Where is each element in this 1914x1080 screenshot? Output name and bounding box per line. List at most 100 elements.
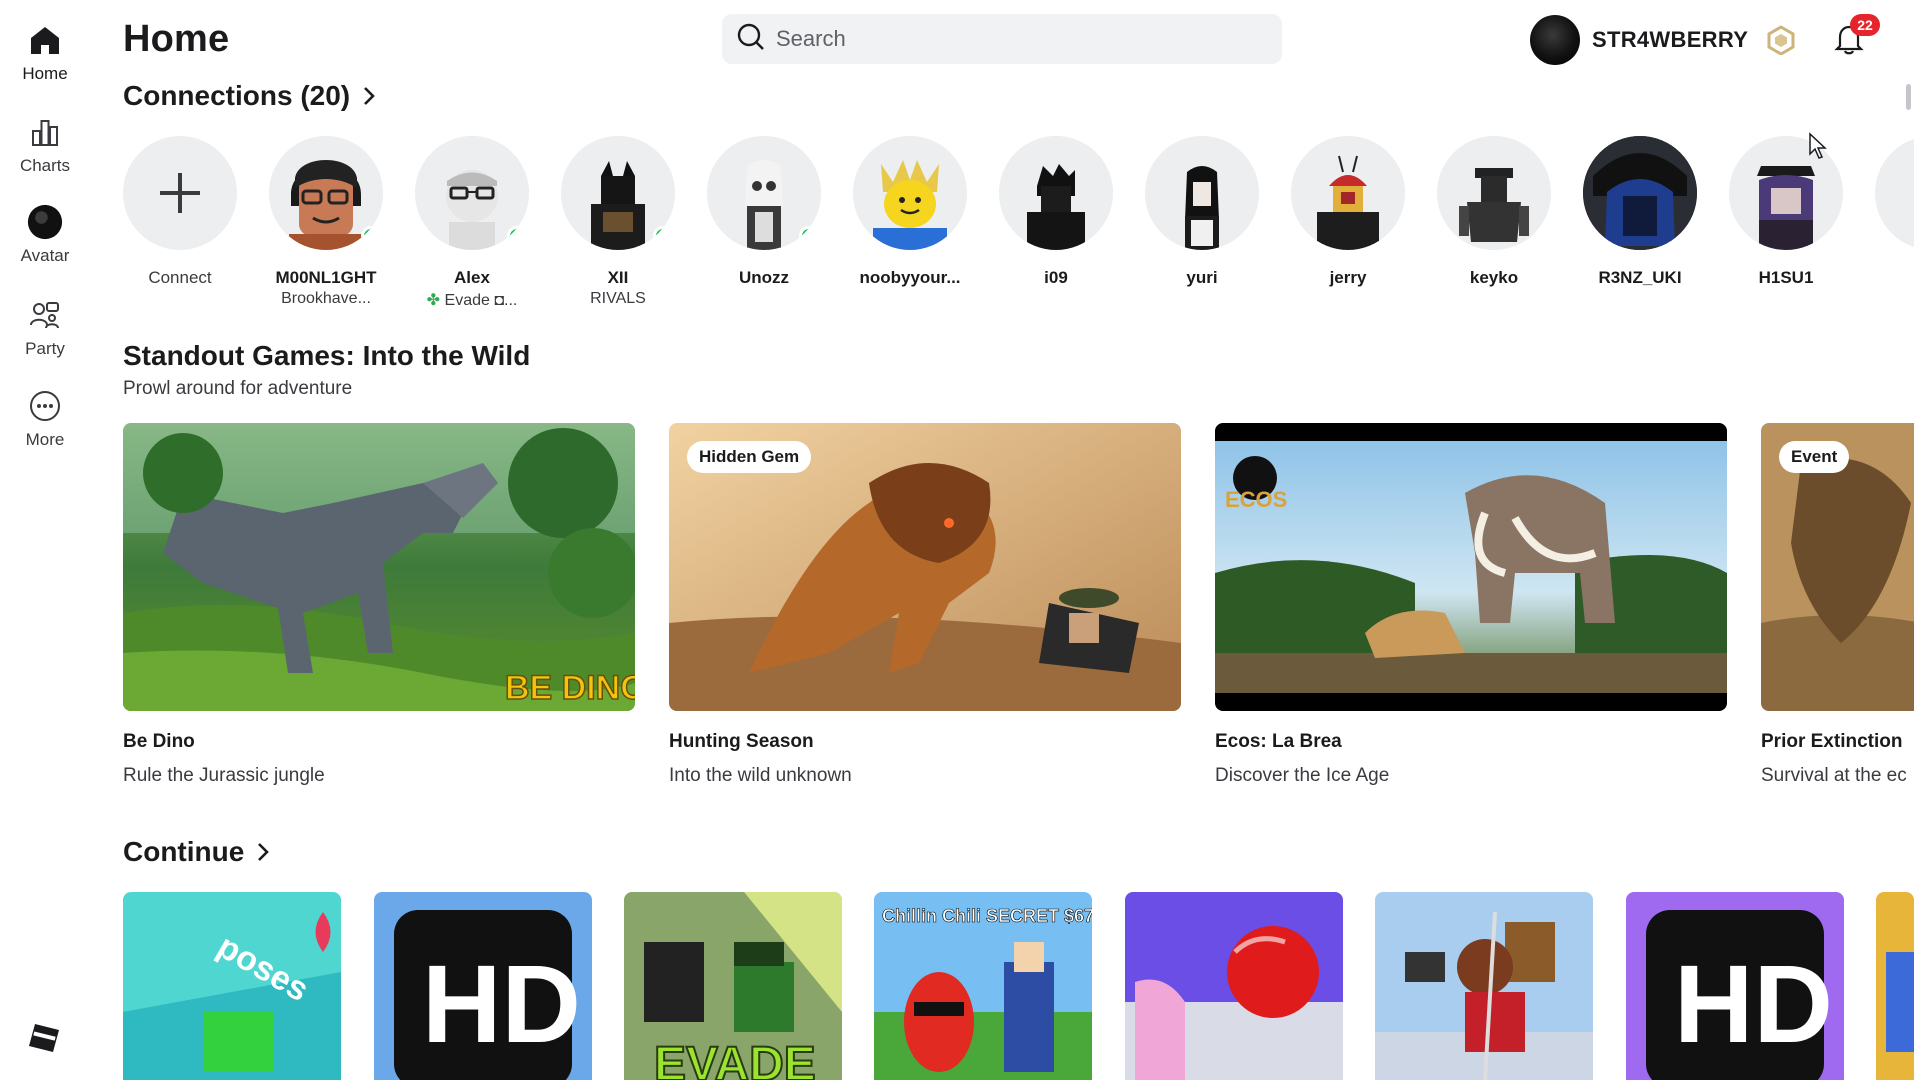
game-thumbnail[interactable]: Hidden Gem	[669, 423, 1181, 711]
friend-status-text: Evade ◘...	[444, 292, 518, 309]
continue-game-tile[interactable]: Chillin Chili SECRET $67,98m/s	[874, 892, 1092, 1080]
connection-item[interactable]: yuri	[1142, 136, 1262, 288]
friend-avatar[interactable]	[415, 136, 529, 250]
clover-icon: ✤	[426, 292, 441, 309]
tile-art-text: Chillin Chili SECRET $67,98m/s	[882, 906, 1092, 926]
user-profile[interactable]: STR4WBERRY	[1530, 14, 1748, 66]
standout-title-text: Standout Games: Into the Wild	[123, 340, 531, 371]
chevron-right-icon	[256, 841, 270, 863]
game-thumbnail[interactable]: BE DINO	[123, 423, 635, 711]
continue-game-tile[interactable]: HD	[1626, 892, 1844, 1080]
mouse-cursor-icon	[1808, 132, 1828, 165]
tile-art-text: HD	[422, 943, 581, 1066]
continue-section-title[interactable]: Continue	[123, 836, 270, 868]
sidebar-nav: Home Charts Avatar Party More	[0, 0, 90, 1080]
continue-game-tile[interactable]: EVADE	[624, 892, 842, 1080]
game-card[interactable]: BE DINO Be Dino Rule the Jurassic jungle	[123, 423, 635, 787]
friend-name: Unozz	[738, 268, 790, 287]
hidden-gem-badge: Hidden Gem	[687, 441, 812, 473]
avatar[interactable]	[1530, 15, 1580, 65]
online-indicator	[653, 226, 673, 246]
connections-section-title[interactable]: Connections (20)	[123, 80, 376, 112]
connection-item[interactable]: R3NZ_UKI	[1580, 136, 1700, 288]
connection-item[interactable]: jerry	[1288, 136, 1408, 288]
friend-avatar[interactable]	[1145, 136, 1259, 250]
connection-item[interactable]: Alex ✤ Evade ◘...	[412, 136, 532, 310]
game-description: Survival at the ec	[1761, 765, 1907, 786]
connection-item[interactable]: M00NL1GHT Brookhave...	[266, 136, 386, 308]
event-badge: Event	[1779, 441, 1850, 473]
continue-game-tile[interactable]	[1375, 892, 1593, 1080]
game-description: Rule the Jurassic jungle	[123, 765, 325, 786]
add-connection-circle[interactable]	[123, 136, 237, 250]
connection-item[interactable]: Unozz	[704, 136, 824, 288]
standout-section-title: Standout Games: Into the Wild	[123, 340, 530, 372]
robux-icon[interactable]	[1766, 25, 1796, 56]
sidebar-item-label: Home	[22, 64, 68, 83]
connection-item[interactable]: noobyyour...	[850, 136, 970, 288]
chevron-right-icon	[362, 85, 376, 107]
continue-game-tile-partial[interactable]	[1876, 892, 1914, 1080]
friend-avatar[interactable]	[269, 136, 383, 250]
friend-avatar[interactable]	[707, 136, 821, 250]
game-title: Prior Extinction	[1761, 731, 1903, 752]
ecos-logo: ECOS	[1225, 487, 1287, 512]
friend-name: XII	[607, 268, 629, 287]
continue-game-tile[interactable]	[1125, 892, 1343, 1080]
friend-avatar[interactable]	[1875, 136, 1914, 250]
friend-avatar[interactable]	[1583, 136, 1697, 250]
connection-item[interactable]: H1SU1	[1726, 136, 1846, 288]
friend-status: ✤ Evade ◘...	[427, 290, 518, 310]
search-icon	[736, 22, 766, 57]
connection-item[interactable]: i09	[996, 136, 1116, 288]
sidebar-item-party[interactable]: Party	[0, 297, 90, 359]
friend-avatar[interactable]	[999, 136, 1113, 250]
connection-item[interactable]: XII RIVALS	[558, 136, 678, 308]
tile-art-text: HD	[1674, 943, 1833, 1066]
friend-name: i09	[1044, 268, 1068, 287]
friend-avatar[interactable]	[1291, 136, 1405, 250]
game-title: Hunting Season	[669, 731, 814, 752]
friend-name: keyko	[1469, 268, 1519, 287]
friend-status: RIVALS	[590, 290, 646, 307]
more-icon	[27, 388, 63, 424]
continue-game-tile[interactable]: HD	[374, 892, 592, 1080]
friend-name: yuri	[1186, 268, 1218, 287]
game-title: Be Dino	[123, 731, 195, 752]
game-title: Ecos: La Brea	[1215, 731, 1342, 752]
sidebar-item-home[interactable]: Home	[0, 22, 90, 84]
roblox-logo-icon[interactable]	[28, 1022, 60, 1054]
sidebar-item-label: Charts	[19, 156, 71, 175]
connect-button[interactable]: Connect	[120, 136, 240, 288]
charts-icon	[27, 114, 63, 150]
sidebar-item-label: More	[25, 430, 65, 449]
friend-avatar[interactable]	[561, 136, 675, 250]
sidebar-item-avatar[interactable]: Avatar	[0, 204, 90, 266]
game-thumbnail[interactable]: ECOS	[1215, 423, 1727, 711]
standout-subtitle: Prowl around for adventure	[123, 378, 353, 399]
friend-avatar[interactable]	[853, 136, 967, 250]
connection-item[interactable]: keyko	[1434, 136, 1554, 288]
scrollbar-thumb[interactable]	[1906, 84, 1911, 110]
sidebar-item-charts[interactable]: Charts	[0, 114, 90, 176]
connect-label: Connect	[148, 268, 212, 287]
tile-art-text: EVADE	[654, 1038, 816, 1080]
game-card[interactable]: Event Prior Extinction Survival at the e…	[1761, 423, 1914, 787]
avatar-icon	[27, 204, 63, 240]
friend-name: jerry	[1329, 268, 1367, 287]
game-card[interactable]: ECOS Ecos: La Brea Discover the Ice Age	[1215, 423, 1727, 787]
sidebar-item-more[interactable]: More	[0, 388, 90, 450]
game-card[interactable]: Hidden Gem Hunting Season Into the wild …	[669, 423, 1181, 787]
friend-avatar[interactable]	[1437, 136, 1551, 250]
party-icon	[27, 297, 63, 333]
continue-game-tile[interactable]: poses	[123, 892, 341, 1080]
friend-name: Alex	[454, 268, 490, 287]
username[interactable]: STR4WBERRY	[1592, 27, 1748, 53]
be-dino-logo: BE DINO	[505, 669, 635, 707]
friend-name: noobyyour...	[859, 268, 961, 287]
search-input[interactable]	[776, 26, 1256, 52]
sidebar-item-label: Avatar	[20, 246, 70, 265]
connection-item-partial[interactable]	[1872, 136, 1914, 250]
search-bar[interactable]	[722, 14, 1282, 64]
game-thumbnail[interactable]: Event	[1761, 423, 1914, 711]
